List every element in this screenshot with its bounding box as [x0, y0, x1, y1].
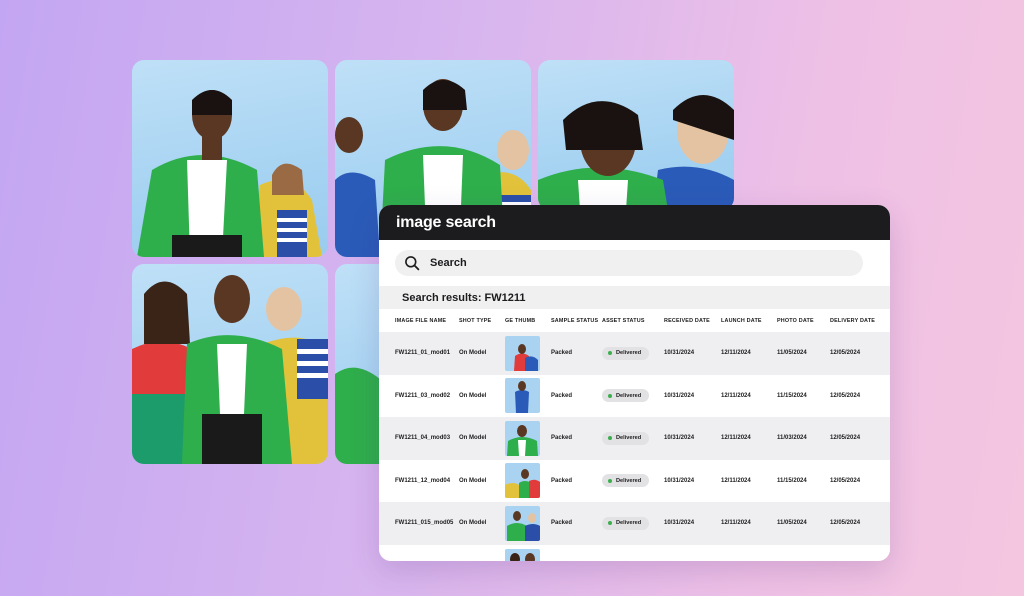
status-dot-icon	[608, 351, 612, 356]
ge-thumbnail[interactable]	[505, 335, 540, 371]
column-header-launch-date[interactable]: LAUNCH DATE	[721, 309, 777, 332]
cell-delivery-date: 12/05/2024	[830, 477, 861, 484]
cell-shot-type: On Model	[459, 350, 487, 357]
column-header-delivery-date[interactable]: DELIVERY DATE	[830, 309, 890, 332]
table-header-row: IMAGE FILE NAME SHOT TYPE GE THUMB SAMPL…	[379, 309, 890, 332]
column-header-received-date[interactable]: RECEIVED DATE	[664, 309, 721, 332]
column-header-sample-status[interactable]: SAMPLE STATUS	[551, 309, 602, 332]
cell-sample-status: Packed	[551, 350, 573, 357]
status-badge: Delivered	[602, 516, 650, 530]
cell-file-name: FW1211_03_mod02	[395, 392, 451, 399]
cell-file-name: FW1211_12_mod04	[395, 477, 451, 484]
cell-launch-date: 12/11/2024	[721, 435, 751, 442]
column-header-ge-thumb[interactable]: GE THUMB	[505, 309, 551, 332]
table-row[interactable]: FW1211_03_mod02 On Model Packed Delivere…	[379, 374, 890, 417]
cell-sample-status: Packed	[551, 520, 573, 527]
status-badge: Delivered	[602, 474, 650, 488]
cell-sample-status: Packed	[551, 477, 573, 484]
cell-received-date: 10/31/2024	[664, 477, 695, 484]
status-badge: Delivered	[602, 346, 650, 360]
cell-shot-type: On Model	[459, 520, 487, 527]
cell-shot-type: On Model	[459, 392, 487, 399]
status-dot-icon	[608, 521, 612, 526]
cell-sample-status: Packed	[551, 435, 573, 442]
panel-title: image search	[379, 205, 890, 240]
image-search-panel: image search Search results: FW1211 IMAG…	[379, 205, 890, 561]
table-row[interactable]: FW1211_015_mod05 On Model Packed Deliver…	[379, 502, 890, 545]
column-header-photo-date[interactable]: PHOTO DATE	[777, 309, 830, 332]
column-header-shot-type[interactable]: SHOT TYPE	[459, 309, 505, 332]
ge-thumbnail[interactable]	[505, 463, 540, 499]
table-row[interactable]: FW1211_01_mod01 On Model Packed Delivere…	[379, 332, 890, 375]
ge-thumbnail[interactable]	[505, 420, 540, 456]
cell-file-name: FW1211_01_mod01	[395, 350, 451, 357]
ge-thumbnail[interactable]	[505, 505, 540, 541]
cell-delivery-date: 12/05/2024	[830, 392, 861, 399]
cell-file-name: FW1211_015_mod05	[395, 520, 454, 527]
cell-received-date: 10/31/2024	[664, 520, 695, 527]
search-icon	[405, 256, 420, 271]
model-photo-image	[132, 275, 328, 464]
search-results-label: Search results: FW1211	[379, 286, 890, 309]
cell-photo-date: 11/03/2024	[777, 435, 807, 442]
cell-received-date: 10/31/2024	[664, 435, 695, 442]
ge-thumbnail[interactable]	[505, 548, 540, 561]
cell-launch-date: 12/11/2024	[721, 477, 751, 484]
results-table: IMAGE FILE NAME SHOT TYPE GE THUMB SAMPL…	[379, 309, 890, 561]
cell-file-name: FW1211_04_mod03	[395, 435, 451, 442]
status-badge: Delivered	[602, 431, 650, 445]
search-input[interactable]	[428, 256, 852, 270]
cell-photo-date: 11/15/2024	[777, 392, 807, 399]
cell-launch-date: 12/11/2024	[721, 392, 751, 399]
search-bar[interactable]	[395, 250, 863, 276]
status-dot-icon	[608, 436, 612, 441]
status-dot-icon	[608, 478, 612, 483]
table-row[interactable]: FW1211_12_mod04 On Model Packed Delivere…	[379, 459, 890, 502]
column-header-asset-status[interactable]: ASSET STATUS	[602, 309, 664, 332]
cell-shot-type: On Model	[459, 477, 487, 484]
cell-launch-date: 12/11/2024	[721, 350, 751, 357]
cell-launch-date: 12/11/2024	[721, 520, 751, 527]
photo-tile-3[interactable]	[538, 60, 734, 210]
cell-delivery-date: 12/05/2024	[830, 435, 861, 442]
cell-sample-status: Packed	[551, 392, 573, 399]
cell-shot-type: On Model	[459, 435, 487, 442]
table-row[interactable]: FW1211_04_mod03 On Model Packed Delivere…	[379, 417, 890, 460]
cell-delivery-date: 12/05/2024	[830, 520, 861, 527]
table-row-partial[interactable]	[379, 544, 890, 561]
cell-received-date: 10/31/2024	[664, 350, 695, 357]
cell-photo-date: 11/05/2024	[777, 350, 807, 357]
model-photo-image	[538, 95, 734, 210]
cell-photo-date: 11/15/2024	[777, 477, 807, 484]
photo-tile-4[interactable]	[132, 264, 328, 464]
cell-photo-date: 11/05/2024	[777, 520, 807, 527]
cell-received-date: 10/31/2024	[664, 392, 695, 399]
model-photo-image	[137, 90, 322, 257]
ge-thumbnail[interactable]	[505, 378, 540, 414]
status-badge: Delivered	[602, 389, 650, 403]
photo-tile-1[interactable]	[132, 60, 328, 257]
cell-delivery-date: 12/05/2024	[830, 350, 861, 357]
column-header-image-file-name[interactable]: IMAGE FILE NAME	[379, 309, 459, 332]
status-dot-icon	[608, 393, 612, 398]
